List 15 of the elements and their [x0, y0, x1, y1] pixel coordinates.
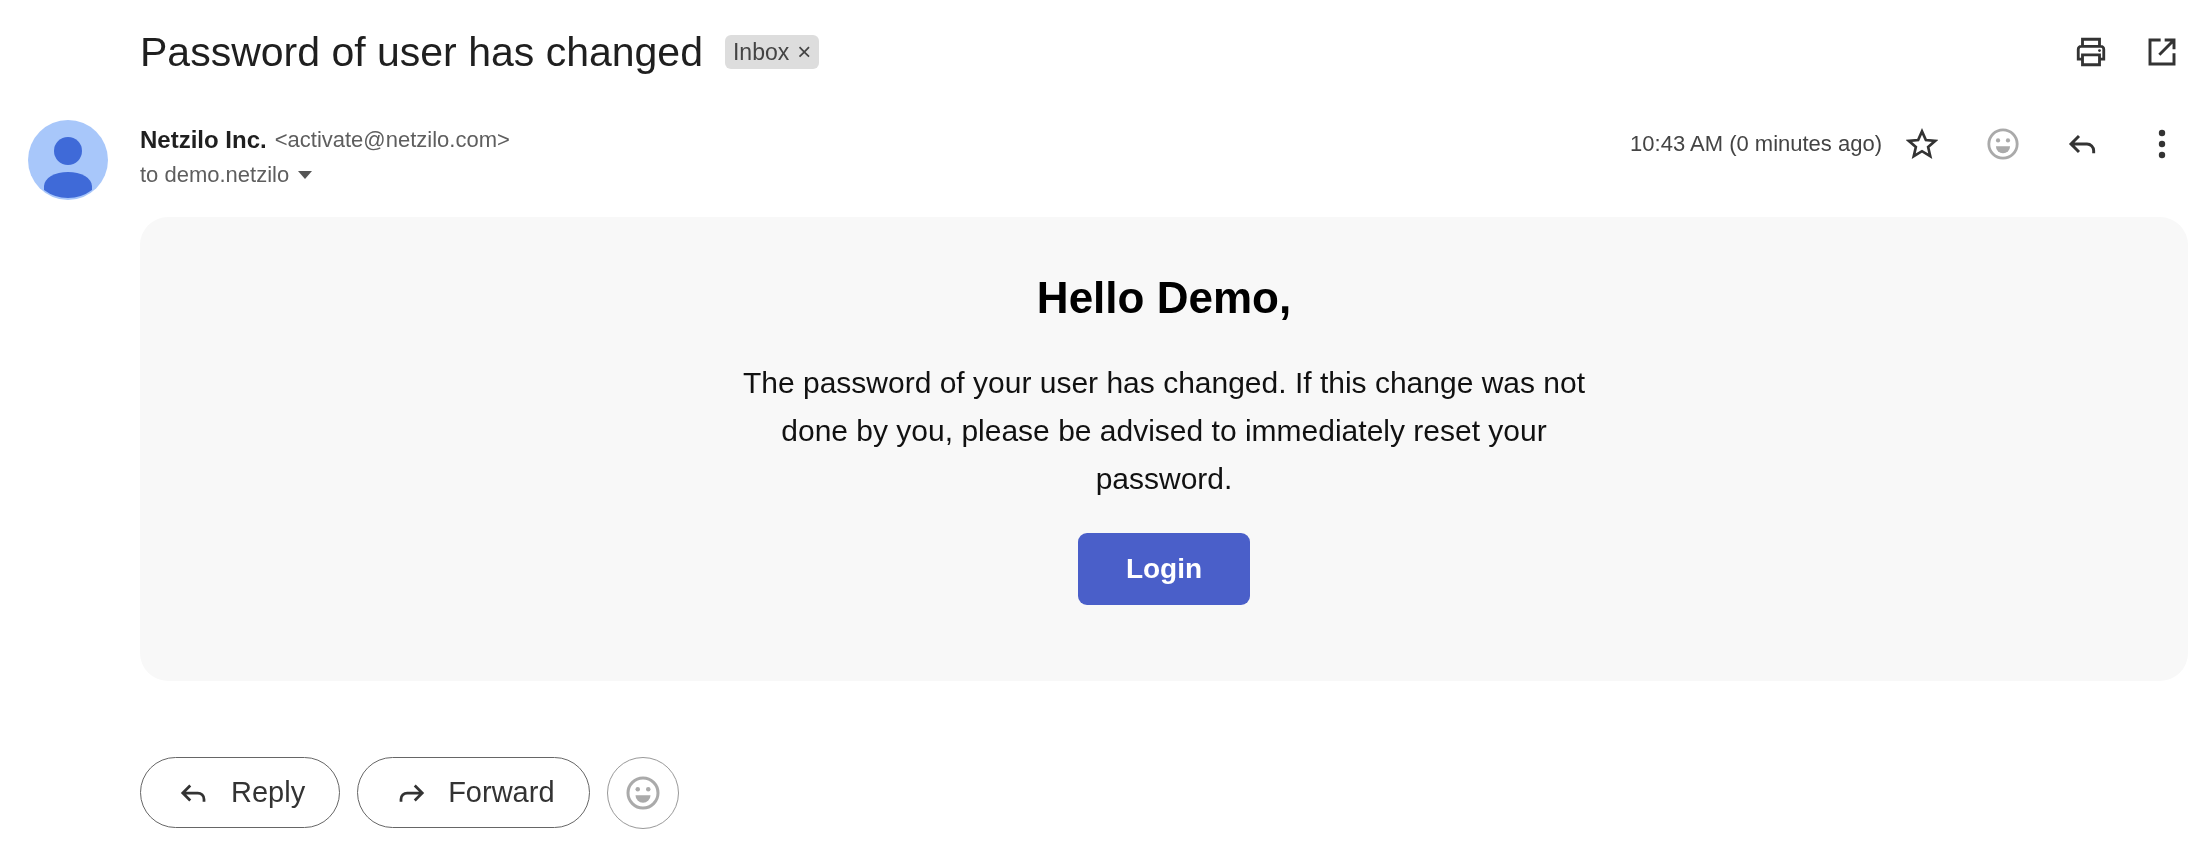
emoji-reaction-icon [1986, 127, 2020, 161]
dropdown-caret-icon[interactable] [297, 170, 314, 180]
login-button[interactable]: Login [1078, 533, 1250, 605]
forward-button[interactable]: Forward [357, 757, 590, 828]
message-text: The password of your user has changed. If this change was not done by you, please be advised to immediately reset your password. [741, 365, 1587, 497]
inbox-label[interactable]: Inbox × [724, 35, 820, 69]
sender-name: Netzilo Inc. [140, 126, 267, 154]
greeting-heading: Hello Demo, [1036, 273, 1292, 323]
sender-email: <activate@netzilo.com> [274, 127, 510, 153]
email-subject: Password of user has changed [140, 28, 703, 76]
timestamp: 10:43 AM (0 minutes ago) [1630, 131, 1882, 157]
smiley-icon [624, 775, 661, 811]
remove-label-button[interactable]: × [797, 38, 812, 66]
reply-button[interactable]: Reply [140, 757, 341, 828]
recipient-text: to demo.netzilo [140, 162, 290, 188]
